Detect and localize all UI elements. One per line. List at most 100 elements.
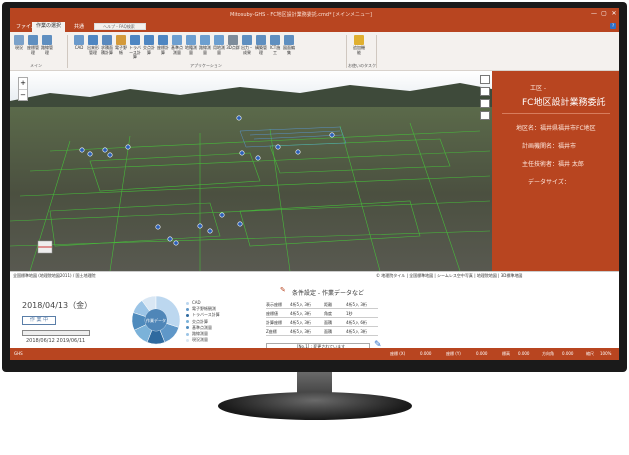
ribbon-button-route-survey[interactable]: 路線測量 — [198, 35, 212, 55]
conditions-title[interactable]: 条件設定 - 作業データなど — [292, 288, 364, 297]
conditions-cell: 計算座標 — [266, 320, 282, 325]
donut-legend: CAD 電子野帳観測 トラバース計算 交点計算 基準点測量 路線測量 現況測量 — [186, 300, 220, 343]
status-elev-value: 0.000 — [518, 351, 530, 356]
conditions-cell: Z座標 — [266, 329, 277, 334]
build-icon — [256, 35, 266, 45]
settings-icon[interactable]: ✎ — [280, 286, 286, 294]
ribbon-button-label: 構築管理 — [255, 45, 267, 55]
ribbon-button-build[interactable]: 構築管理 — [254, 35, 268, 55]
map-source-label: 全国標準地図 (地理院地図2011) / 国土地理院 — [13, 273, 96, 278]
ribbon-button-label: 3D点群 — [226, 45, 240, 50]
work-status-button[interactable]: 作 業 中 — [22, 316, 56, 325]
legend-swatch — [186, 313, 189, 317]
ribbon-button-intersection[interactable]: 交点計算 — [142, 35, 156, 55]
route-icon — [42, 35, 52, 45]
ribbon-tab-bar: ファイル 作業の選択 共通 ヘルプ・FAQ検索 ? — [10, 21, 619, 32]
conditions-cell: 4桁5入 3桁 — [346, 329, 367, 334]
conditions-row: 座標値 4桁5入 3桁 角度 1秒 — [266, 309, 378, 318]
map-view[interactable]: + − — [10, 71, 492, 280]
ribbon-button-cadastral[interactable]: 地籍測量 — [184, 35, 198, 55]
ribbon-button-benchmark[interactable]: 基準点測量 — [170, 35, 184, 55]
monitor-frame: Mitosuby-GHS - FC地区設計業務委託.cmd* [メインメニュー]… — [2, 2, 627, 372]
ribbon-button-pointcloud[interactable]: 3D点群 — [226, 35, 240, 51]
ribbon-button-traverse[interactable]: トラバース計算 — [128, 35, 142, 60]
ribbon-button-star[interactable]: 追加機能 — [352, 35, 366, 55]
minimize-button[interactable]: — — [590, 10, 598, 18]
ribbon-button-cad[interactable]: CAD — [72, 35, 86, 51]
calc-icon — [158, 35, 168, 45]
group-label-tasks: お使いのタスク — [348, 63, 376, 68]
zoom-in-icon[interactable]: + — [19, 78, 27, 89]
legend-swatch — [186, 307, 189, 311]
tab-select-work[interactable]: 作業の選択 — [32, 22, 66, 32]
ribbon-button-ict[interactable]: ICT施工 — [268, 35, 282, 55]
conditions-cell: 4桁5入 6桁 — [346, 320, 367, 325]
field-book-icon — [116, 35, 126, 45]
legend-label: 現況測量 — [192, 337, 208, 343]
conditions-cell: 距離 — [324, 302, 332, 307]
group-label-main: メイン — [30, 63, 42, 68]
status-dir-label: 方向角 — [542, 351, 554, 356]
output-icon — [242, 35, 252, 45]
legend-label: 交点計算 — [192, 318, 208, 324]
legend-label: 路線測量 — [192, 331, 208, 337]
conditions-cell: 4桁5入 3桁 — [346, 302, 367, 307]
status-app-label: GHS — [14, 351, 23, 356]
conditions-row: 表示座標 4桁5入 3桁 距離 4桁5入 3桁 — [266, 300, 378, 309]
ribbon-button-land[interactable]: 用地測量 — [212, 35, 226, 55]
ribbon-button-calc[interactable]: 座標計算 — [156, 35, 170, 55]
tab-common[interactable]: 共通 — [70, 23, 88, 30]
zoom-out-icon[interactable]: − — [19, 89, 27, 101]
ribbon-button-label: 路線測量 — [199, 45, 211, 55]
donut-center-label: 作業データ — [146, 317, 166, 323]
legend-item: 現況測量 — [186, 337, 220, 343]
aerial-3d-map[interactable] — [10, 71, 492, 280]
star-icon — [354, 35, 364, 45]
work-type: 工区 - — [530, 85, 547, 92]
status-x-value: 0.000 — [420, 351, 432, 356]
ribbon-button-label: 図面編集 — [283, 45, 295, 55]
ribbon-button-label: 座標管理 — [27, 45, 39, 55]
zoom-control[interactable]: + − — [18, 77, 28, 101]
ribbon-button-label: トラバース計算 — [129, 45, 141, 59]
ribbon-button-coordinate[interactable]: 座標管理 — [26, 35, 40, 55]
layers-icon[interactable] — [480, 75, 490, 84]
ribbon-button-output[interactable]: 出力・成果 — [240, 35, 254, 55]
legend-swatch — [186, 332, 189, 336]
ribbon-button-label: 電子野帳 — [115, 45, 127, 55]
camera-icon[interactable] — [480, 99, 490, 108]
help-search-input[interactable]: ヘルプ・FAQ検索 — [94, 23, 146, 30]
conditions-cell: 1秒 — [346, 311, 353, 316]
cadastral-icon — [186, 35, 196, 45]
project-name: FC地区設計業務委託 — [522, 98, 606, 108]
conditions-cell: 面積 — [324, 329, 332, 334]
ribbon-button-label: 交点計算 — [143, 45, 155, 55]
close-button[interactable]: ✕ — [610, 10, 618, 18]
legend-label: トラバース計算 — [192, 312, 220, 318]
grid-icon[interactable] — [480, 87, 490, 96]
ribbon-button-label: 現況 — [15, 45, 23, 50]
traverse-icon — [130, 35, 140, 45]
title-bar: Mitosuby-GHS - FC地区設計業務委託.cmd* [メインメニュー]… — [10, 8, 619, 21]
maximize-button[interactable]: ▢ — [600, 10, 608, 18]
ribbon-button-label: ICT施工 — [269, 45, 281, 55]
status-y-value: 0.000 — [476, 351, 488, 356]
ribbon-button-measure[interactable]: 出来形管理 — [86, 35, 100, 55]
status-scale-value: 100% — [600, 351, 612, 356]
status-x-label: 座標 (X) — [390, 351, 406, 356]
schedule-progress-bar — [22, 330, 90, 336]
ribbon-button-route[interactable]: 路線管理 — [40, 35, 54, 55]
compass-icon[interactable] — [480, 111, 490, 120]
status-bar: GHS 座標 (X) 0.000 座標 (Y) 0.000 標高 0.000 方… — [10, 348, 619, 360]
ribbon-button-field-book[interactable]: 電子野帳 — [114, 35, 128, 55]
ribbon-button-area[interactable]: 求積面積計算 — [100, 35, 114, 55]
help-icon[interactable]: ? — [610, 23, 616, 29]
legend-swatch — [186, 338, 189, 342]
legend-swatch — [186, 326, 189, 330]
ribbon-button-drawing[interactable]: 図面編集 — [282, 35, 296, 55]
ribbon-button-document[interactable]: 現況 — [12, 35, 26, 51]
status-dir-value: 0.000 — [562, 351, 574, 356]
divider — [502, 113, 610, 114]
group-separator — [67, 35, 68, 68]
ribbon-button-label: 基準点測量 — [171, 45, 183, 55]
